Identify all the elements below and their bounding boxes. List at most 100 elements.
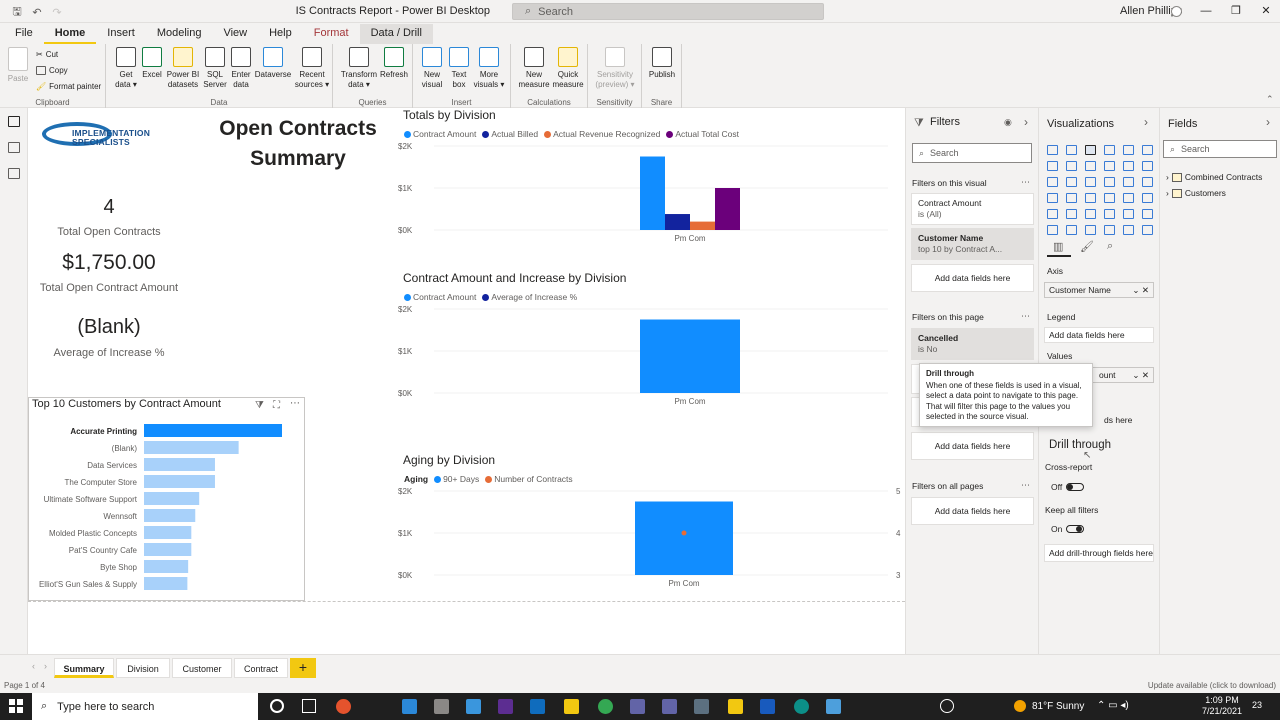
axis-field[interactable]: Customer Name ⌄ ✕	[1044, 282, 1154, 298]
visual-type-icon[interactable]	[1119, 206, 1138, 222]
add-all-filter[interactable]: Add data fields here	[911, 497, 1034, 525]
visual-type-icon[interactable]	[1100, 222, 1119, 238]
tab-data-drill[interactable]: Data / Drill	[359, 24, 433, 44]
taskbar-search[interactable]: ⌕ Type here to search	[32, 693, 258, 720]
format-painter-button[interactable]: 🖌 Format painter	[36, 82, 101, 91]
close-icon[interactable]: ✕	[1254, 2, 1278, 21]
windows-start-icon[interactable]	[9, 699, 23, 713]
bar[interactable]	[144, 458, 215, 471]
visual-type-icon[interactable]	[1138, 158, 1157, 174]
word-icon[interactable]	[760, 699, 775, 714]
add-visual-filter[interactable]: Add data fields here	[911, 264, 1034, 292]
bar[interactable]	[665, 214, 690, 230]
app-icon[interactable]	[630, 699, 645, 714]
new-visual-button[interactable]: New visual	[419, 47, 445, 90]
add-drill-through-field[interactable]: Add drill-through fields here	[1044, 544, 1154, 562]
chevron-left-icon[interactable]: ‹	[32, 661, 35, 671]
add-page-button[interactable]: +	[290, 658, 316, 678]
app-icon[interactable]	[498, 699, 513, 714]
dataverse-button[interactable]: Dataverse	[254, 47, 292, 80]
edge-icon[interactable]	[794, 699, 809, 714]
datasets-button[interactable]: Power BI datasets	[164, 47, 202, 90]
visual-type-icon[interactable]	[1043, 142, 1062, 158]
fields-well-icon[interactable]: ▥	[1053, 240, 1063, 253]
more-visuals-button[interactable]: More visuals ▾	[473, 47, 505, 90]
publish-button[interactable]: Publish	[648, 47, 676, 80]
clock[interactable]: 1:09 PM 7/21/2021	[1200, 695, 1244, 717]
visual-type-icon[interactable]	[1081, 206, 1100, 222]
legend-item[interactable]: Number of Contracts	[485, 474, 573, 484]
tab-view[interactable]: View	[212, 24, 258, 44]
top10-visual[interactable]: Top 10 Customers by Contract Amount ⧩ ⛶ …	[28, 397, 305, 601]
analytics-icon[interactable]: ⌕	[1107, 240, 1113, 253]
add-page-filter[interactable]: Add data fields here	[911, 432, 1034, 460]
bar[interactable]	[144, 492, 200, 505]
visual-type-icon[interactable]	[1062, 222, 1081, 238]
table-combined-contracts[interactable]: › Combined Contracts	[1166, 172, 1262, 182]
visual-type-icon[interactable]	[1138, 190, 1157, 206]
bar[interactable]	[144, 509, 196, 522]
chevron-down-icon[interactable]: ⌄ ✕	[1132, 368, 1149, 383]
page-tab-contract[interactable]: Contract	[234, 658, 288, 678]
report-view-icon[interactable]	[8, 116, 20, 127]
data-view-icon[interactable]	[8, 142, 20, 153]
collapse-icon[interactable]: ›	[1024, 115, 1028, 129]
visual-type-icon[interactable]	[1138, 222, 1157, 238]
app-icon[interactable]	[402, 699, 417, 714]
notification-count[interactable]: 23	[1252, 700, 1262, 710]
legend-item[interactable]: 90+ Days	[434, 474, 479, 484]
restore-icon[interactable]: ❐	[1224, 2, 1248, 21]
visual-type-icon[interactable]	[1043, 222, 1062, 238]
page-tab-customer[interactable]: Customer	[172, 658, 232, 678]
legend-item[interactable]: Actual Total Cost	[666, 129, 739, 139]
line-point[interactable]	[681, 530, 687, 536]
more-options-icon[interactable]: ⋯	[1021, 311, 1030, 322]
tab-file[interactable]: File	[4, 24, 44, 44]
cut-button[interactable]: ✂ Cut	[36, 50, 58, 59]
paste-button[interactable]: Paste	[6, 47, 30, 84]
fields-search[interactable]: ⌕ Search	[1163, 140, 1277, 158]
transform-data-button[interactable]: Transform data ▾	[339, 47, 379, 90]
visual-type-icon[interactable]	[1043, 206, 1062, 222]
sticky-notes-icon[interactable]	[564, 699, 579, 714]
minimize-icon[interactable]: —	[1194, 2, 1218, 21]
cross-report-toggle[interactable]	[1066, 483, 1084, 491]
visual-type-icon[interactable]	[1100, 158, 1119, 174]
bar[interactable]	[640, 156, 665, 231]
aging-by-division-chart[interactable]: $2K $1K $0K 5 4 3 Pm Com	[398, 487, 908, 599]
chevron-right-icon[interactable]: ›	[44, 661, 47, 671]
visual-type-icon[interactable]	[1100, 190, 1119, 206]
legend-item[interactable]: Actual Revenue Recognized	[544, 129, 660, 139]
bar[interactable]	[144, 577, 188, 590]
model-view-icon[interactable]	[8, 168, 20, 179]
visual-type-icon[interactable]	[1100, 206, 1119, 222]
filter-card-contract-amount[interactable]: Contract Amount is (All)	[911, 193, 1034, 225]
bar[interactable]	[635, 501, 733, 576]
page-tab-division[interactable]: Division	[116, 658, 170, 678]
tab-home[interactable]: Home	[43, 24, 97, 44]
contract-increase-chart[interactable]: $2K $1K $0K Pm Com	[398, 305, 898, 417]
quick-measure-button[interactable]: Quick measure	[551, 47, 585, 90]
recent-sources-button[interactable]: Recent sources ▾	[294, 47, 330, 90]
app-icon[interactable]	[434, 699, 449, 714]
visual-type-icon[interactable]	[1062, 206, 1081, 222]
update-notice[interactable]: Update available (click to download)	[1148, 681, 1276, 690]
enter-data-button[interactable]: Enter data	[229, 47, 253, 90]
visual-type-icon[interactable]	[1119, 158, 1138, 174]
search-box[interactable]: ⌕ Search	[512, 3, 824, 20]
visual-type-icon[interactable]	[1043, 190, 1062, 206]
app-icon[interactable]	[694, 699, 709, 714]
legend-add-field[interactable]: Add data fields here	[1044, 327, 1154, 343]
collapse-ribbon-icon[interactable]: ⌃	[1266, 94, 1274, 105]
system-tray-icons[interactable]: ⌃ ▭ ◂)	[1097, 700, 1129, 711]
new-measure-button[interactable]: New measure	[517, 47, 551, 90]
legend-item[interactable]: Contract Amount	[404, 292, 476, 302]
weather[interactable]: 81°F Sunny	[1032, 701, 1084, 712]
excel-button[interactable]: Excel	[140, 47, 164, 80]
more-options-icon[interactable]: ⋯	[290, 398, 300, 409]
visual-type-icon[interactable]	[1119, 222, 1138, 238]
filter-card-customer-name[interactable]: Customer Name top 10 by Contract A...	[911, 228, 1034, 260]
visual-type-icon[interactable]	[1081, 158, 1100, 174]
visual-type-icon[interactable]	[1062, 158, 1081, 174]
visual-type-icon[interactable]	[1062, 174, 1081, 190]
